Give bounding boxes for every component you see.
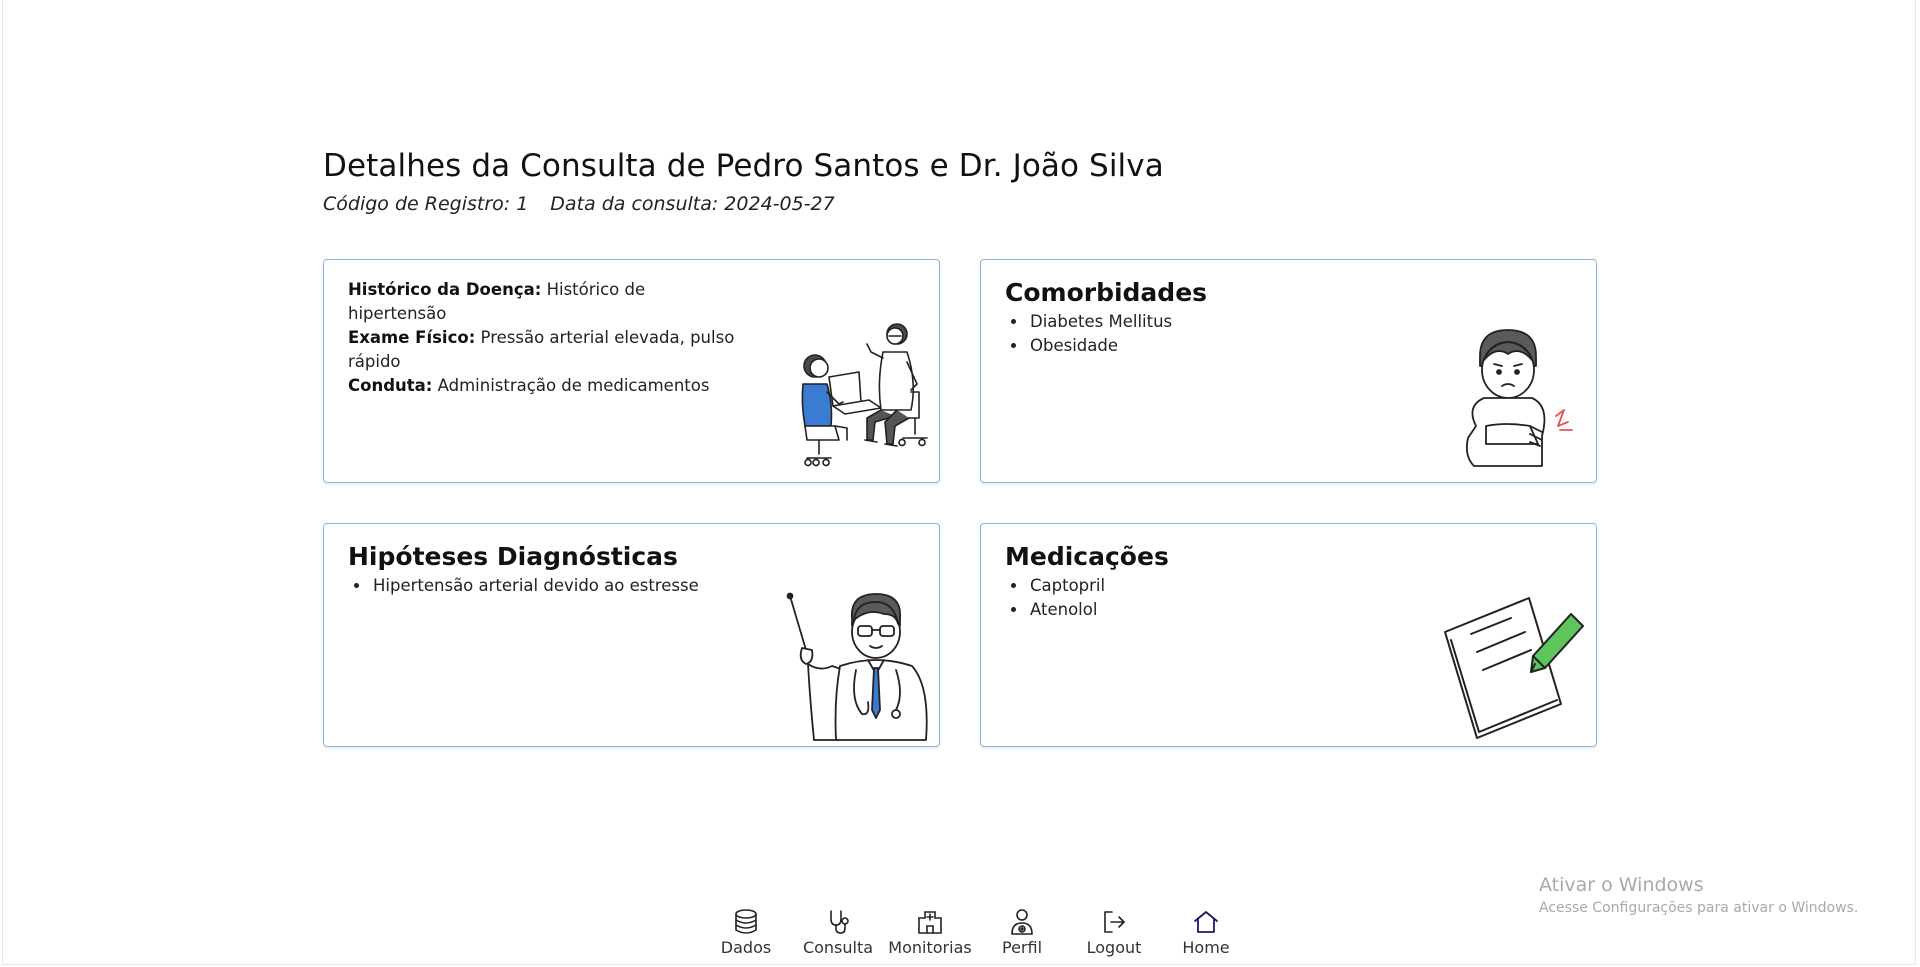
nav-label-home: Home [1182,938,1230,957]
watermark-line1: Ativar o Windows [1539,874,1704,896]
medicacoes-list: Captopril Atenolol [1028,574,1105,622]
nav-item-perfil[interactable]: Perfil [976,908,1068,957]
exame-row: Exame Físico: Pressão arterial elevada, … [348,326,743,374]
consulta-details-card: Histórico da Doença: Histórico de hipert… [323,259,940,483]
doctor-patient-illustration [801,323,928,467]
database-icon [735,909,757,934]
nav-label-dados: Dados [720,938,772,957]
windows-activation-watermark: Ativar o Windows Acesse Configurações pa… [1539,874,1858,916]
patient-pain-illustration [1465,329,1573,467]
nav-item-consulta[interactable]: Consulta [792,908,884,957]
nav-label-consulta: Consulta [802,938,874,957]
consulta-meta: Código de Registro: 1 Data da consulta: … [323,193,1164,215]
home-icon [1194,911,1218,933]
consulta-details-text: Histórico da Doença: Histórico de hipert… [348,278,743,398]
nav-item-home[interactable]: Home [1160,908,1252,957]
comorbidades-list: Diabetes Mellitus Obesidade [1028,310,1172,358]
list-item: Captopril [1028,574,1105,598]
conduta-value: Administração de medicamentos [437,376,710,395]
nav-item-dados[interactable]: Dados [700,908,792,957]
prescription-pencil-illustration [1444,597,1584,739]
page-title: Detalhes da Consulta de Pedro Santos e D… [323,148,1164,184]
stethoscope-icon [830,910,849,934]
hipoteses-list: Hipertensão arterial devido ao estresse [371,574,699,598]
conduta-row: Conduta: Administração de medicamentos [348,374,743,398]
nav-label-perfil: Perfil [1001,938,1043,957]
registro-code: Código de Registro: 1 [323,193,529,215]
bottom-nav: Dados Consulta Monitorias Perfil Logout … [700,908,1252,957]
historico-row: Histórico da Doença: Histórico de hipert… [348,278,743,326]
logout-icon [1104,911,1125,933]
consulta-date: Data da consulta: 2024-05-27 [550,193,835,215]
page-header: Detalhes da Consulta de Pedro Santos e D… [323,148,1164,215]
doctor-icon [1011,909,1033,935]
exame-label: Exame Físico: [348,328,476,347]
list-item: Atenolol [1028,598,1105,622]
medicacoes-title: Medicações [1005,542,1169,571]
window-frame [2,0,1916,965]
list-item: Hipertensão arterial devido ao estresse [371,574,699,598]
nav-item-monitorias[interactable]: Monitorias [884,908,976,957]
nav-label-monitorias: Monitorias [888,938,972,957]
watermark-line2: Acesse Configurações para ativar o Windo… [1539,900,1859,916]
medicacoes-card: Medicações Captopril Atenolol [980,523,1597,747]
doctor-pointer-illustration [786,592,928,741]
list-item: Obesidade [1028,334,1172,358]
hospital-icon [918,911,942,934]
nav-label-logout: Logout [1086,938,1142,957]
hipoteses-card: Hipóteses Diagnósticas Hipertensão arter… [323,523,940,747]
nav-item-logout[interactable]: Logout [1068,908,1160,957]
comorbidades-title: Comorbidades [1005,278,1208,307]
conduta-label: Conduta: [348,376,433,395]
hipoteses-title: Hipóteses Diagnósticas [348,542,678,571]
list-item: Diabetes Mellitus [1028,310,1172,334]
historico-label: Histórico da Doença: [348,280,542,299]
comorbidades-card: Comorbidades Diabetes Mellitus Obesidade [980,259,1597,483]
